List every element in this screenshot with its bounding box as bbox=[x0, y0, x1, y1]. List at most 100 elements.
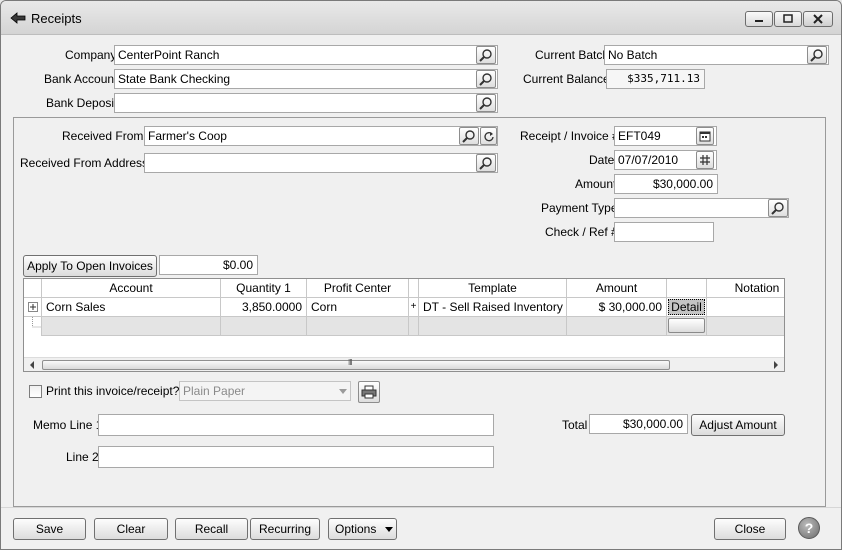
distribution-grid[interactable]: Account Quantity 1 Profit Center Templat… bbox=[23, 278, 785, 372]
received-from-label: Received From bbox=[62, 129, 144, 143]
recurring-button[interactable]: Recurring bbox=[250, 518, 320, 540]
window-controls bbox=[745, 11, 833, 27]
scrollbar-grip: III bbox=[348, 358, 353, 367]
maximize-button[interactable] bbox=[774, 11, 802, 27]
grid-header-notation[interactable]: Notation bbox=[707, 279, 784, 298]
scroll-right-icon bbox=[774, 361, 778, 369]
new-row-amount[interactable] bbox=[567, 317, 667, 336]
bank-deposit-label: Bank Deposit bbox=[46, 96, 118, 110]
grid-cell-detail: Detail bbox=[667, 298, 707, 317]
grid-cell-amount[interactable]: $ 30,000.00 bbox=[567, 298, 667, 317]
new-row-detail bbox=[667, 317, 707, 336]
grid-cell-plus[interactable]: + bbox=[409, 298, 419, 317]
received-from-field[interactable]: Farmer's Coop bbox=[144, 126, 498, 146]
current-balance-label: Current Balance bbox=[523, 72, 610, 86]
close-button[interactable]: Close bbox=[714, 518, 786, 540]
tree-line-icon bbox=[32, 317, 41, 328]
new-row-profit-center[interactable] bbox=[307, 317, 409, 336]
received-from-address-lookup-button[interactable] bbox=[476, 154, 496, 172]
received-from-lookup-button[interactable] bbox=[459, 127, 479, 145]
magnifier-icon bbox=[479, 157, 492, 170]
print-checkbox[interactable] bbox=[29, 385, 42, 398]
grid-cell-account[interactable]: Corn Sales bbox=[42, 298, 221, 317]
date-picker-button[interactable] bbox=[696, 151, 714, 169]
amount-field[interactable]: $30,000.00 bbox=[614, 174, 718, 194]
scrollbar-thumb[interactable]: III bbox=[42, 358, 670, 370]
grid-header-quantity[interactable]: Quantity 1 bbox=[221, 279, 307, 298]
grid-header-account[interactable]: Account bbox=[42, 279, 221, 298]
save-button[interactable]: Save bbox=[13, 518, 86, 540]
grid-cell-profit-center[interactable]: Corn bbox=[307, 298, 409, 317]
back-arrow-icon bbox=[10, 12, 26, 24]
magnifier-icon bbox=[479, 49, 492, 62]
new-row-notation[interactable] bbox=[707, 317, 784, 336]
received-from-address-field[interactable] bbox=[144, 153, 498, 173]
footer-separator bbox=[1, 507, 841, 508]
grid-cell-notation[interactable] bbox=[707, 298, 784, 317]
company-lookup-button[interactable] bbox=[476, 46, 496, 64]
new-row-template[interactable] bbox=[419, 317, 567, 336]
company-field[interactable]: CenterPoint Ranch bbox=[114, 45, 498, 65]
memo-line2-label: Line 2 bbox=[66, 450, 99, 464]
new-row-quantity[interactable] bbox=[221, 317, 307, 336]
bank-account-lookup-button[interactable] bbox=[476, 70, 496, 88]
check-ref-field[interactable] bbox=[614, 222, 714, 242]
check-ref-label: Check / Ref # bbox=[545, 225, 618, 239]
total-value: $30,000.00 bbox=[589, 414, 688, 434]
memo-line1-field[interactable] bbox=[98, 414, 494, 436]
printer-icon bbox=[361, 385, 377, 399]
magnifier-icon bbox=[810, 49, 823, 62]
recall-button[interactable]: Recall bbox=[175, 518, 248, 540]
payment-type-field[interactable] bbox=[614, 198, 789, 218]
close-icon bbox=[813, 14, 823, 24]
print-checkbox-label: Print this invoice/receipt? bbox=[46, 384, 180, 398]
printer-setup-button[interactable] bbox=[358, 381, 380, 403]
grid-header-profit-center[interactable]: Profit Center bbox=[307, 279, 409, 298]
calendar-icon bbox=[699, 131, 711, 142]
receipt-invoice-label: Receipt / Invoice # bbox=[520, 129, 619, 143]
receipt-number-button[interactable] bbox=[696, 127, 714, 145]
magnifier-icon bbox=[462, 130, 475, 143]
grid-header-template[interactable]: Template bbox=[419, 279, 567, 298]
new-row-plus[interactable] bbox=[409, 317, 419, 336]
current-balance-value: $335,711.13 bbox=[606, 69, 705, 89]
chevron-down-icon bbox=[339, 389, 347, 394]
magnifier-icon bbox=[771, 202, 784, 215]
received-from-refresh-button[interactable] bbox=[480, 127, 497, 145]
close-window-button[interactable] bbox=[803, 11, 833, 27]
adjust-amount-button[interactable]: Adjust Amount bbox=[691, 414, 785, 436]
memo-line2-field[interactable] bbox=[98, 446, 494, 468]
restore-icon bbox=[783, 14, 793, 23]
detail-button[interactable]: Detail bbox=[668, 299, 705, 315]
magnifier-icon bbox=[479, 73, 492, 86]
grid-cell-template[interactable]: DT - Sell Raised Inventory bbox=[419, 298, 567, 317]
new-row-detail-button[interactable] bbox=[668, 318, 705, 333]
grid-header-detail-spacer bbox=[667, 279, 707, 298]
grid-horizontal-scrollbar[interactable]: III bbox=[24, 357, 784, 371]
options-button[interactable]: Options bbox=[328, 518, 397, 540]
new-row-account[interactable] bbox=[42, 317, 221, 336]
current-batch-lookup-button[interactable] bbox=[807, 46, 827, 64]
chevron-down-icon bbox=[385, 527, 393, 532]
total-label: Total bbox=[562, 418, 588, 432]
grid-cell-quantity[interactable]: 3,850.0000 bbox=[221, 298, 307, 317]
title-bar: Receipts bbox=[1, 1, 841, 35]
paper-type-select[interactable]: Plain Paper bbox=[179, 381, 351, 401]
bank-deposit-field[interactable] bbox=[114, 93, 498, 113]
bank-deposit-lookup-button[interactable] bbox=[476, 94, 496, 112]
payment-type-label: Payment Type bbox=[541, 201, 618, 215]
minimize-button[interactable] bbox=[745, 11, 773, 27]
clear-button[interactable]: Clear bbox=[94, 518, 168, 540]
help-icon[interactable]: ? bbox=[798, 517, 820, 539]
scroll-left-icon bbox=[30, 361, 34, 369]
grid-header-plus-spacer bbox=[409, 279, 419, 298]
bank-account-field[interactable]: State Bank Checking bbox=[114, 69, 498, 89]
payment-type-lookup-button[interactable] bbox=[768, 199, 788, 217]
row-expander[interactable] bbox=[24, 298, 42, 317]
grid-header-amount[interactable]: Amount bbox=[567, 279, 667, 298]
receipts-window: Receipts Company CenterPoint Ranch Bank … bbox=[0, 0, 842, 550]
apply-open-invoices-button[interactable]: Apply To Open Invoices bbox=[23, 255, 157, 277]
options-label: Options bbox=[335, 522, 377, 536]
current-batch-field[interactable]: No Batch bbox=[604, 45, 829, 65]
new-row-marker bbox=[24, 317, 42, 336]
